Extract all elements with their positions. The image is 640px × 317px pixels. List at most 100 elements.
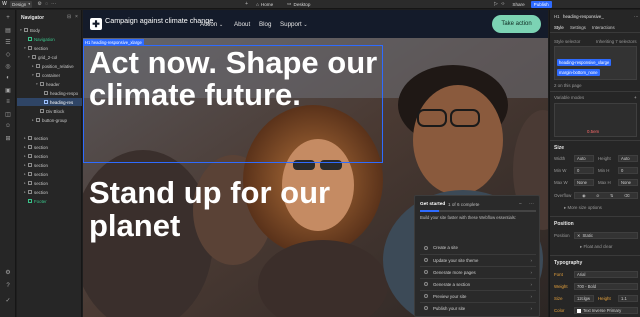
tree-row-grid[interactable]: ▾ grid_2-col [17,53,82,61]
cms-icon[interactable]: ≡ [4,98,12,106]
checklist-item[interactable]: Generate a section › [420,278,536,289]
tab-style[interactable]: Style [554,25,564,30]
nav-link-about[interactable]: About [234,21,250,28]
font-size-label: Size [554,296,563,301]
heading-icon [44,100,48,104]
class-chip[interactable]: heading-responsive_xlarge [557,59,612,66]
overflow-icon[interactable]: ⋯ [50,1,57,8]
design-canvas[interactable]: ✚ Campaign against climate change Action… [83,10,548,317]
overflow-hidden-icon[interactable]: ⊘ [596,193,600,198]
navigator-icon[interactable]: ☰ [4,38,12,46]
top-toolbar: W Design ▾ ⚙ ◌ ⋯ + ⌂ Home ▭ Desktop ▷ ‹›… [0,0,640,9]
tree-row-footer[interactable]: Footer [17,197,82,205]
tree-row-container[interactable]: ▾ container [17,71,82,79]
tree-row-section[interactable]: ▾ section [17,44,82,52]
position-select[interactable]: ✕ Static [574,232,638,239]
settings-icon[interactable]: ⚙ [36,1,43,8]
tree-row-position[interactable]: ▸ position_relative [17,62,82,70]
tree-row-section[interactable]: ▸ section [17,161,82,169]
help-icon[interactable]: ? [4,282,12,290]
assets-icon[interactable]: ▣ [4,86,12,94]
color-select[interactable]: Text Inverse Primary [574,307,638,314]
tree-row-button-group[interactable]: ▸ button-group [17,116,82,124]
overflow-icon[interactable]: ⋯ [634,14,638,20]
float-clear-toggle[interactable]: ▸ Float and clear [580,244,612,250]
overflow-icon[interactable]: ⋯ [529,201,534,207]
hero-subheading[interactable]: Stand up for our planet [89,176,389,242]
add-elements-icon[interactable]: + [4,14,12,22]
tree-row-div-block[interactable]: Div Block [17,107,82,115]
users-icon[interactable]: ☺ [4,122,12,130]
weight-select[interactable]: 700 - Bold [574,283,638,290]
take-action-button[interactable]: Take action [492,15,541,33]
get-started-count: 1 of 6 complete [448,202,480,207]
checklist-item[interactable]: Create a site [420,242,536,253]
share-button[interactable]: Share [510,1,526,8]
line-height-input[interactable]: 1.1 [618,295,638,302]
design-mode-dropdown[interactable]: Design ▾ [10,0,33,8]
heading-icon [44,91,48,95]
add-icon[interactable]: + [243,1,250,8]
publish-button[interactable]: Publish [530,0,552,8]
div-icon [36,64,40,68]
overflow-visible-icon[interactable]: ◉ [582,193,586,198]
section-icon [28,145,32,149]
overflow-scroll-icon[interactable]: ⇅ [610,193,614,198]
margin-value[interactable]: 0.5em [587,129,599,134]
class-chip[interactable]: margin-bottom_none [557,69,600,76]
min-width-input[interactable]: 0 [574,167,594,174]
max-height-input[interactable]: None [618,179,638,186]
checklist-item[interactable]: Preview your site › [420,290,536,301]
add-icon[interactable]: + [634,95,637,100]
apps-icon[interactable]: ⊞ [4,134,12,142]
breakpoint-selector[interactable]: ▭ Desktop [285,1,312,8]
comment-icon[interactable]: ◌ [43,1,50,8]
nav-link-action[interactable]: Action ⌄ [200,21,223,28]
tab-interactions[interactable]: Interactions [592,25,615,30]
overflow-toggle-group[interactable]: ◉ ⊘ ⇅ ⌫ [574,192,638,199]
color-swatch [577,308,581,313]
tree-row-heading-1[interactable]: heading-respo [17,89,82,97]
tree-row-navigation[interactable]: Navigation [17,35,82,43]
page-selector[interactable]: ⌂ Home [254,1,275,8]
components-icon[interactable]: ◇ [4,50,12,58]
max-height-label: Max H [598,180,611,185]
width-input[interactable]: Auto [574,155,594,162]
hero-heading[interactable]: Act now. Shape our climate future. [89,47,389,111]
checklist-item[interactable]: Update your site theme › [420,254,536,265]
overflow-auto-icon[interactable]: ⌫ [624,193,630,198]
tree-row-section[interactable]: ▸ section [17,152,82,160]
nav-link-blog[interactable]: Blog [259,21,271,28]
preview-icon[interactable]: ▷ [492,1,499,8]
webflow-logo-icon[interactable]: W [1,1,8,8]
pages-icon[interactable]: ▤ [4,26,12,34]
checklist-item[interactable]: Publish your site › [420,302,536,313]
nav-link-support[interactable]: Support ⌄ [280,21,308,28]
tree-row-section[interactable]: ▸ section [17,170,82,178]
tree-row-section[interactable]: ▸ section [17,188,82,196]
font-size-input[interactable]: 12clgw [574,295,594,302]
site-logo-icon[interactable]: ✚ [90,18,102,30]
font-select[interactable]: Arial [574,271,638,278]
code-icon[interactable]: ‹› [499,1,506,8]
minimize-icon[interactable]: − [519,201,522,207]
checklist-item[interactable]: Generate more pages › [420,266,536,277]
styles-icon[interactable]: ◐ [4,74,12,82]
checklist-icon[interactable]: ✓ [4,296,12,304]
tree-row-body[interactable]: ▾ Body [17,26,82,34]
height-input[interactable]: Auto [618,155,638,162]
max-width-input[interactable]: None [574,179,594,186]
tab-settings[interactable]: Settings [570,25,586,30]
tree-row-header[interactable]: ▾ header [17,80,82,88]
min-height-input[interactable]: 0 [618,167,638,174]
tree-row-section[interactable]: ▸ section [17,143,82,151]
ecommerce-icon[interactable]: ◫ [4,110,12,118]
tree-row-section[interactable]: ▸ section [17,134,82,142]
close-icon[interactable]: × [75,14,78,20]
collapse-icon[interactable]: ⊟ [67,14,71,20]
settings-icon[interactable]: ⚙ [4,268,12,276]
variables-icon[interactable]: ◎ [4,62,12,70]
tree-row-heading-2-selected[interactable]: heading-res [17,98,82,106]
more-size-options[interactable]: ▸ More size options [564,205,602,211]
tree-row-section[interactable]: ▸ section [17,179,82,187]
